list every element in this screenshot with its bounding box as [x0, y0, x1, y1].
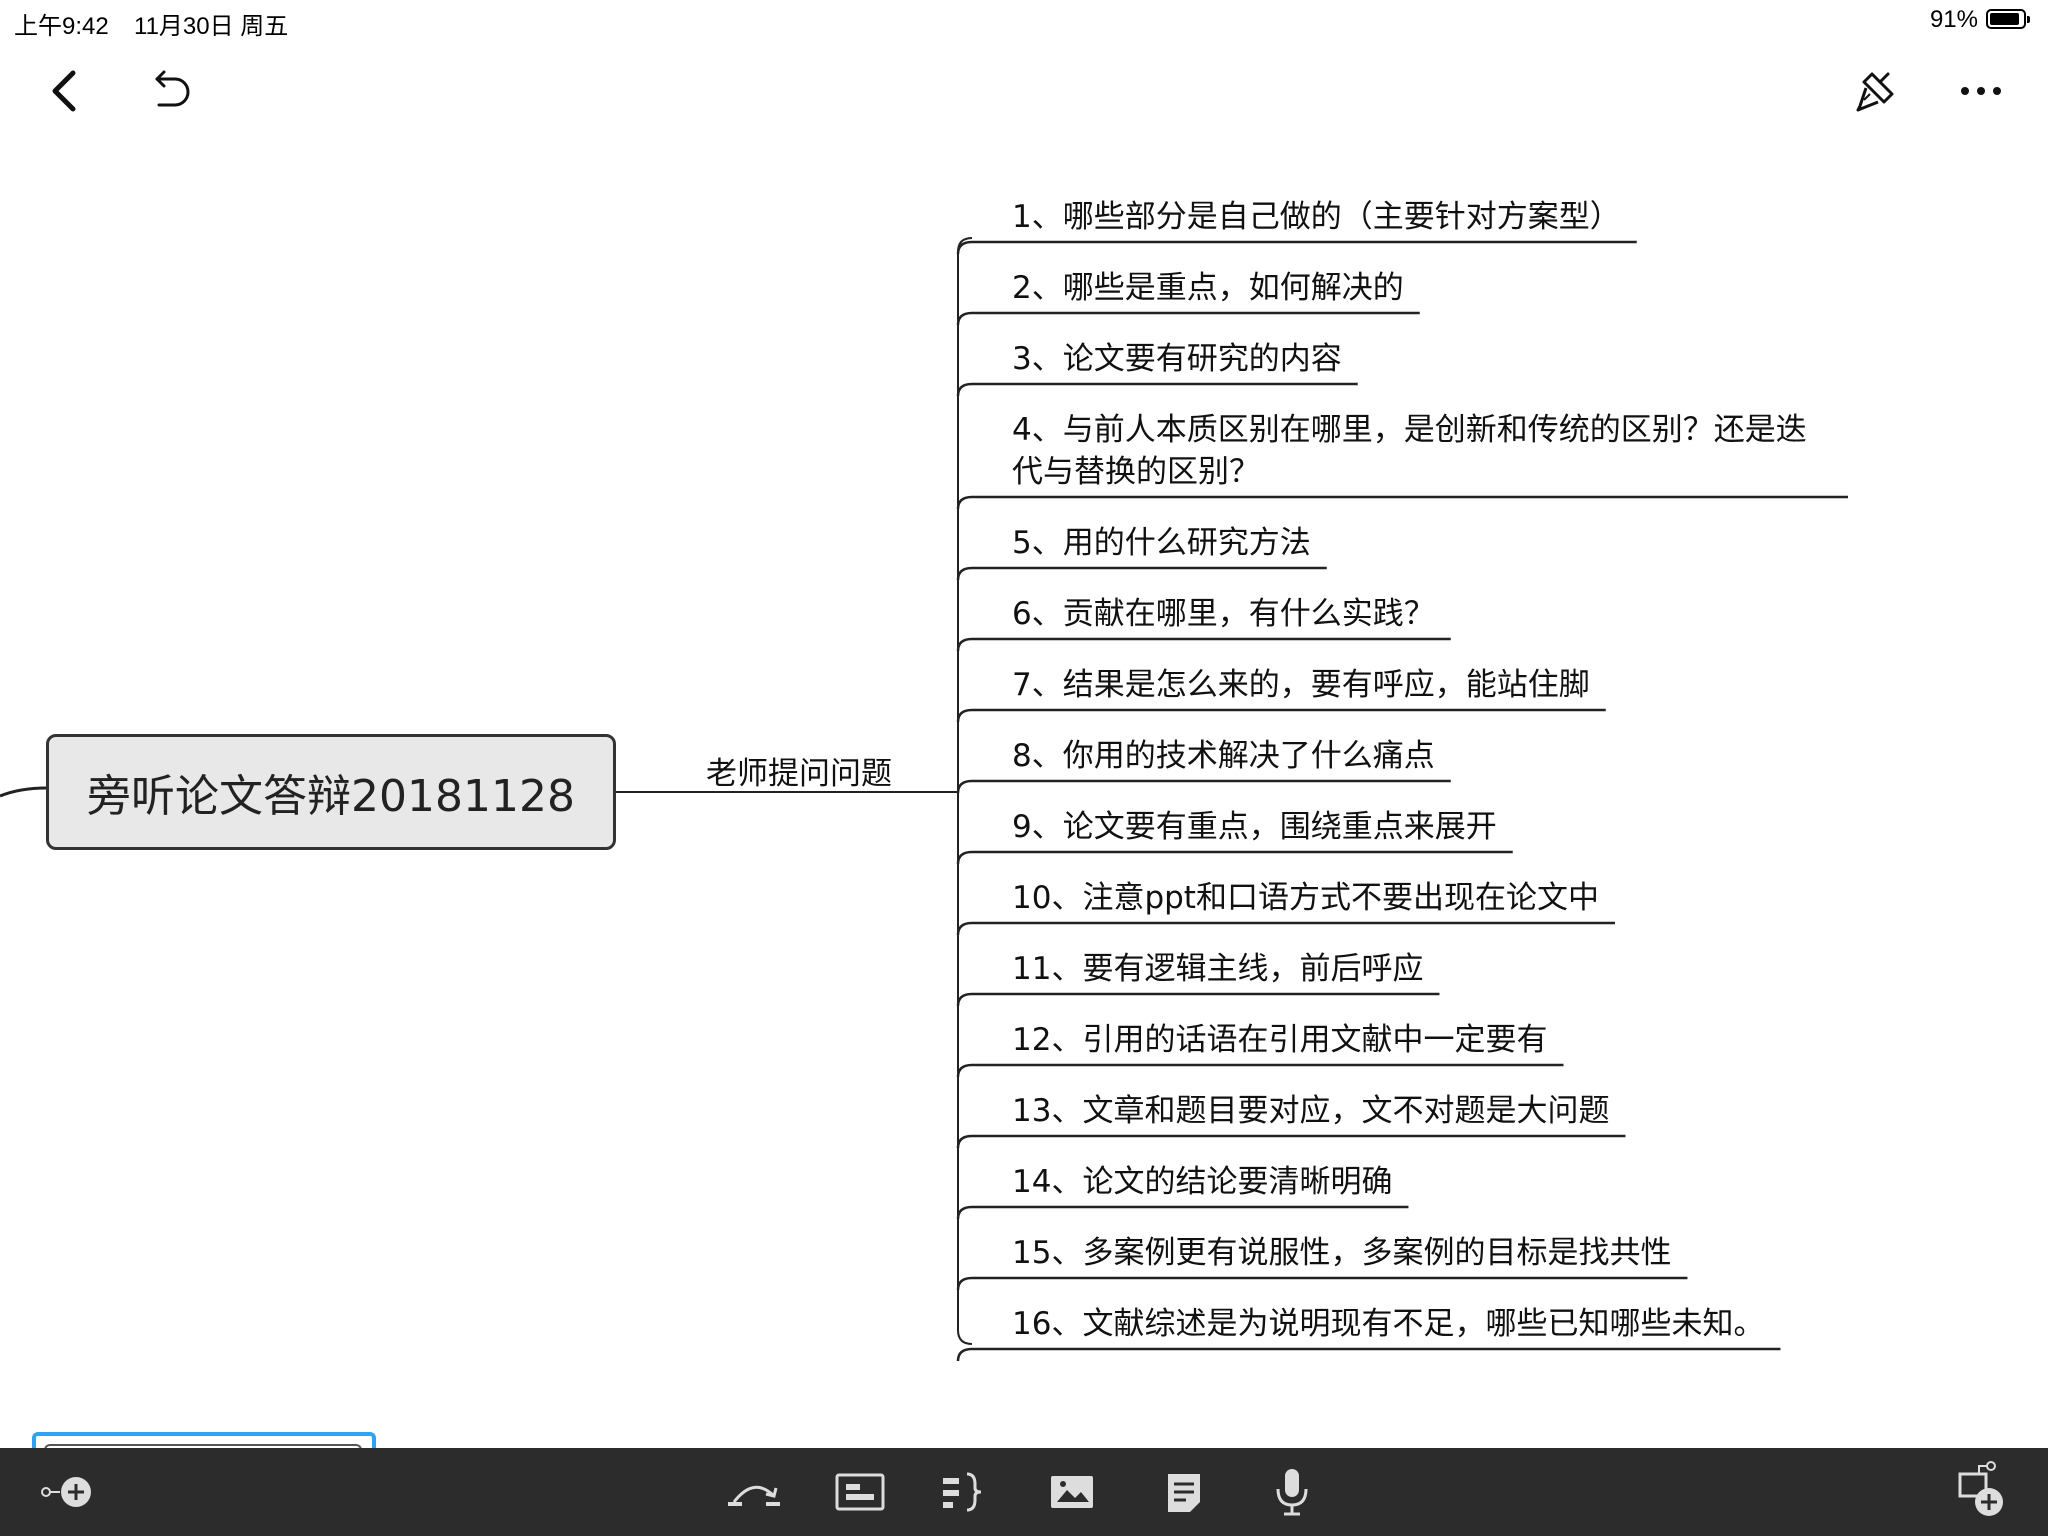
subtopic-connector	[956, 992, 1440, 1007]
subtopic-6[interactable]: 6、贡献在哪里，有什么实践？	[1012, 593, 1435, 635]
image-icon	[1051, 1476, 1093, 1508]
subtopic-connector	[956, 1134, 1626, 1149]
subtopic-connector	[956, 382, 1358, 397]
subtopic-connector	[956, 1347, 1781, 1362]
subtopic-14[interactable]: 14、论文的结论要清晰明确	[1012, 1161, 1392, 1203]
branch-topic[interactable]: 老师提问问题	[706, 748, 892, 793]
boundary-icon	[835, 1473, 885, 1511]
audio-icon	[1276, 1469, 1308, 1516]
subtopic-9[interactable]: 9、论文要有重点，围绕重点来展开	[1012, 806, 1497, 848]
subtopic-2[interactable]: 2、哪些是重点，如何解决的	[1012, 267, 1404, 309]
subtopic-connector	[956, 637, 1451, 652]
note-button[interactable]	[1156, 1466, 1212, 1518]
subtopic-connector	[956, 1276, 1688, 1291]
bottom-toolbar	[0, 1448, 2048, 1536]
mindmap-canvas[interactable]: 旁听论文答辩20181128 老师提问问题 1、哪些部分是自己做的（主要针对方案…	[0, 0, 2048, 1440]
root-topic-label: 旁听论文答辩20181128	[87, 771, 575, 822]
subtopic-connector	[956, 1205, 1409, 1220]
subtopic-16[interactable]: 16、文献综述是为说明现有不足，哪些已知哪些未知。	[1012, 1303, 1764, 1345]
subtopic-5[interactable]: 5、用的什么研究方法	[1012, 522, 1311, 564]
add-floating-topic-icon	[1958, 1461, 2003, 1516]
subtopic-4[interactable]: 4、与前人本质区别在哪里，是创新和传统的区别？还是迭代与替换的区别？	[1012, 409, 1832, 493]
subtopic-connector	[956, 566, 1327, 581]
subtopic-connector	[956, 921, 1615, 936]
relationship-button[interactable]	[726, 1466, 782, 1518]
subtopic-1[interactable]: 1、哪些部分是自己做的（主要针对方案型）	[1012, 196, 1621, 238]
summary-button[interactable]	[936, 1466, 992, 1518]
subtopic-connector	[956, 708, 1606, 723]
subtopic-13[interactable]: 13、文章和题目要对应，文不对题是大问题	[1012, 1090, 1609, 1132]
note-icon	[1168, 1474, 1200, 1512]
subtopic-connector	[956, 779, 1451, 794]
subtopic-connector	[956, 311, 1420, 326]
subtopic-connector	[956, 495, 1848, 510]
subtopic-10[interactable]: 10、注意ppt和口语方式不要出现在论文中	[1012, 877, 1599, 919]
image-button[interactable]	[1044, 1466, 1100, 1518]
add-topic-icon	[41, 1477, 91, 1507]
subtopic-connector	[956, 850, 1513, 865]
relationship-icon	[728, 1485, 780, 1506]
add-floating-topic-button[interactable]	[1954, 1458, 2010, 1522]
audio-button[interactable]	[1264, 1466, 1320, 1518]
subtopic-3[interactable]: 3、论文要有研究的内容	[1012, 338, 1342, 380]
subtopic-7[interactable]: 7、结果是怎么来的，要有呼应，能站住脚	[1012, 664, 1590, 706]
subtopic-8[interactable]: 8、你用的技术解决了什么痛点	[1012, 735, 1435, 777]
subtopic-12[interactable]: 12、引用的话语在引用文献中一定要有	[1012, 1019, 1547, 1061]
subtopic-connector	[956, 240, 1637, 255]
root-topic[interactable]: 旁听论文答辩20181128	[46, 734, 616, 850]
add-topic-button[interactable]	[36, 1466, 100, 1518]
summary-icon	[943, 1472, 982, 1512]
subtopic-11[interactable]: 11、要有逻辑主线，前后呼应	[1012, 948, 1423, 990]
subtopic-15[interactable]: 15、多案例更有说服性，多案例的目标是找共性	[1012, 1232, 1671, 1274]
subtopic-connector	[956, 1063, 1564, 1078]
boundary-button[interactable]	[832, 1466, 888, 1518]
